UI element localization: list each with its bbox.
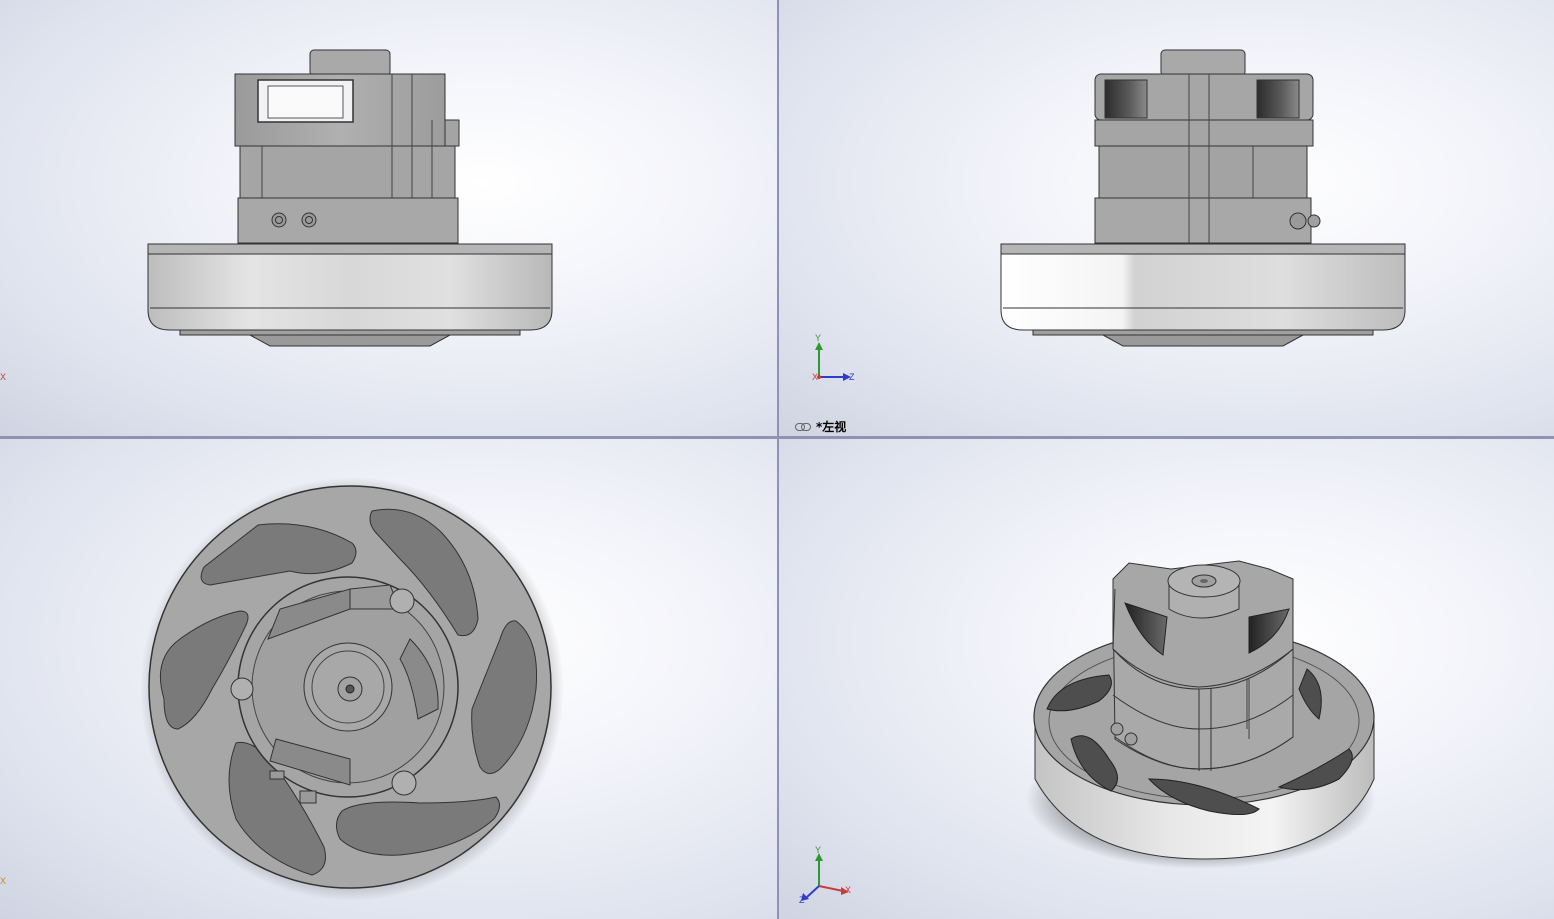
motor-left-view[interactable] [779, 0, 1554, 436]
link-views-icon[interactable] [795, 421, 811, 435]
triad-z-label: Z [799, 895, 805, 905]
triad-x-label: X [845, 885, 852, 895]
triad-y-label: Y [815, 845, 822, 855]
coordinate-triad [815, 342, 851, 381]
horizontal-viewport-splitter[interactable] [0, 436, 1554, 439]
viewport-left[interactable]: Y Z X *左视 [779, 0, 1554, 436]
triad-z-label: Z [849, 372, 855, 382]
coordinate-triad [801, 853, 849, 901]
view-name: *左视 [816, 420, 847, 434]
triad-y-label: Y [815, 333, 822, 343]
motor-isometric-view[interactable] [779, 439, 1554, 919]
viewport-front[interactable]: X [0, 0, 777, 436]
motor-bottom-view[interactable] [0, 439, 777, 919]
viewport-isometric[interactable]: Y X Z [779, 439, 1554, 919]
motor-front-view[interactable] [0, 0, 777, 436]
axis-x-stub: X [0, 876, 7, 886]
view-name-label[interactable]: *左视 [795, 418, 846, 435]
viewport-bottom[interactable]: X [0, 439, 777, 919]
vertical-viewport-splitter[interactable] [777, 0, 779, 919]
triad-x-label: X [812, 372, 819, 382]
axis-x-stub: X [0, 372, 7, 382]
